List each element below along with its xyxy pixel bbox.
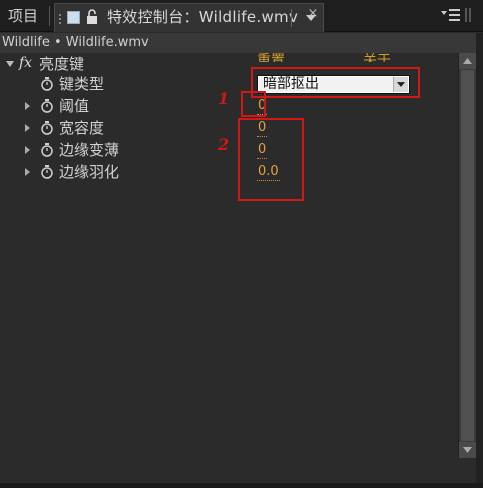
stopwatch-icon[interactable] (40, 120, 54, 136)
vertical-scrollbar[interactable] (458, 53, 476, 458)
scroll-up-arrow-icon[interactable] (459, 53, 476, 69)
stopwatch-icon[interactable] (40, 164, 54, 180)
property-label: 边缘羽化 (59, 163, 120, 181)
tab-separator (49, 6, 50, 26)
lock-icon[interactable] (85, 9, 99, 25)
tab-project[interactable]: 项目 (0, 0, 48, 32)
tab-effect-controls[interactable]: 特效控制台：Wildlife.wmv (54, 3, 324, 32)
tab-divider (291, 9, 292, 27)
panel-grip-icon (465, 8, 471, 22)
twisty-collapsed-icon[interactable] (22, 144, 32, 156)
effect-list: fx 亮度键 重置 关于 键类型 暗部抠出 阈值 0 宽容度 0 边缘变薄 0 … (0, 53, 458, 486)
panel-bottom-edge (0, 483, 483, 488)
property-label: 边缘变薄 (59, 141, 120, 159)
scroll-thumb[interactable] (461, 70, 474, 441)
property-label: 宽容度 (59, 119, 105, 137)
tab-title: 特效控制台：Wildlife.wmv (107, 8, 299, 26)
stopwatch-icon[interactable] (40, 76, 54, 92)
effect-name: 亮度键 (39, 55, 85, 73)
annotation-box-edge-params (238, 118, 304, 201)
scroll-down-arrow-icon[interactable] (459, 442, 476, 458)
stopwatch-icon[interactable] (40, 142, 54, 158)
twisty-collapsed-icon[interactable] (22, 100, 32, 112)
twisty-expanded-icon[interactable] (5, 58, 15, 70)
annotation-marker-1: 1 (218, 89, 230, 108)
fx-toggle-icon[interactable]: fx (19, 53, 32, 73)
drag-grip-icon[interactable] (58, 13, 62, 25)
panel-color-icon (67, 11, 80, 24)
annotation-box-threshold (241, 91, 266, 117)
property-row-edge-feather: 边缘羽化 0.0 (0, 161, 458, 183)
close-icon[interactable]: × (305, 4, 321, 24)
twisty-collapsed-icon[interactable] (22, 122, 32, 134)
annotation-marker-2: 2 (218, 135, 230, 154)
clip-header: Wildlife • Wildlife.wmv (0, 33, 483, 53)
stopwatch-icon[interactable] (40, 98, 54, 114)
property-label: 阈值 (59, 97, 90, 115)
effect-controls-panel: 项目 特效控制台：Wildlife.wmv × Wildlife • Wildl… (0, 0, 483, 488)
panel-right-edge (476, 33, 483, 488)
property-label: 键类型 (59, 75, 105, 93)
panel-tab-bar: 项目 特效控制台：Wildlife.wmv × (0, 0, 483, 32)
panel-menu-icon[interactable] (440, 6, 462, 24)
annotation-box-dropdown (251, 67, 420, 98)
twisty-collapsed-icon[interactable] (22, 166, 32, 178)
